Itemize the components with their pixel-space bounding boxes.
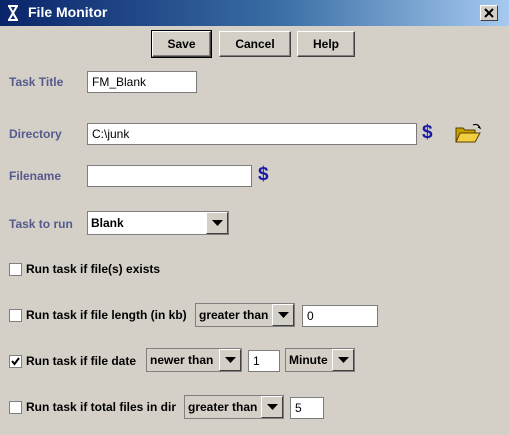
- cancel-button[interactable]: Cancel: [219, 31, 291, 57]
- close-button[interactable]: [480, 5, 498, 21]
- open-folder-icon[interactable]: [454, 123, 482, 145]
- task-title-label: Task Title: [9, 75, 64, 89]
- total-files-operator-value: greater than: [188, 400, 258, 414]
- task-to-run-value: Blank: [91, 216, 124, 230]
- file-monitor-window: File Monitor Save Cancel Help Task Title…: [0, 0, 509, 435]
- total-files-operator-select[interactable]: greater than: [184, 395, 284, 419]
- directory-label: Directory: [9, 127, 62, 141]
- chevron-down-icon[interactable]: [261, 396, 283, 418]
- file-length-label: Run task if file length (in kb): [26, 308, 187, 322]
- filename-input[interactable]: [87, 165, 252, 187]
- task-to-run-label: Task to run: [9, 217, 73, 231]
- file-length-operator-value: greater than: [199, 308, 269, 322]
- file-date-unit-select[interactable]: Minute: [285, 348, 355, 372]
- file-exists-label: Run task if file(s) exists: [26, 262, 161, 276]
- task-to-run-select[interactable]: Blank: [87, 211, 229, 235]
- chevron-down-icon[interactable]: [272, 304, 294, 326]
- chevron-down-icon[interactable]: [206, 212, 228, 234]
- chevron-down-icon[interactable]: [332, 349, 354, 371]
- filename-label: Filename: [9, 169, 62, 183]
- help-button[interactable]: Help: [297, 31, 355, 57]
- filename-variable-button[interactable]: $: [258, 164, 269, 186]
- close-icon: [484, 8, 494, 18]
- directory-variable-button[interactable]: $: [422, 122, 433, 144]
- save-button[interactable]: Save: [151, 30, 212, 58]
- file-date-operator-value: newer than: [150, 353, 214, 367]
- file-date-value-input[interactable]: 1: [248, 350, 280, 372]
- total-files-value-input[interactable]: 5: [290, 397, 324, 419]
- window-title: File Monitor: [28, 4, 108, 20]
- total-files-label: Run task if total files in dir: [26, 400, 177, 414]
- title-bar[interactable]: File Monitor: [0, 0, 509, 26]
- file-length-checkbox[interactable]: [9, 309, 22, 322]
- file-date-operator-select[interactable]: newer than: [146, 348, 242, 372]
- java-app-icon: [8, 5, 18, 21]
- file-date-unit-value: Minute: [289, 353, 328, 367]
- file-date-checkbox[interactable]: [9, 355, 22, 368]
- directory-input[interactable]: C:\junk: [87, 123, 417, 145]
- file-length-operator-select[interactable]: greater than: [195, 303, 295, 327]
- chevron-down-icon[interactable]: [219, 349, 241, 371]
- file-exists-checkbox[interactable]: [9, 263, 22, 276]
- checkmark-icon: [11, 357, 20, 366]
- total-files-checkbox[interactable]: [9, 401, 22, 414]
- task-title-input[interactable]: FM_Blank: [87, 71, 197, 93]
- file-date-label: Run task if file date: [26, 354, 137, 368]
- file-length-value-input[interactable]: 0: [302, 305, 378, 327]
